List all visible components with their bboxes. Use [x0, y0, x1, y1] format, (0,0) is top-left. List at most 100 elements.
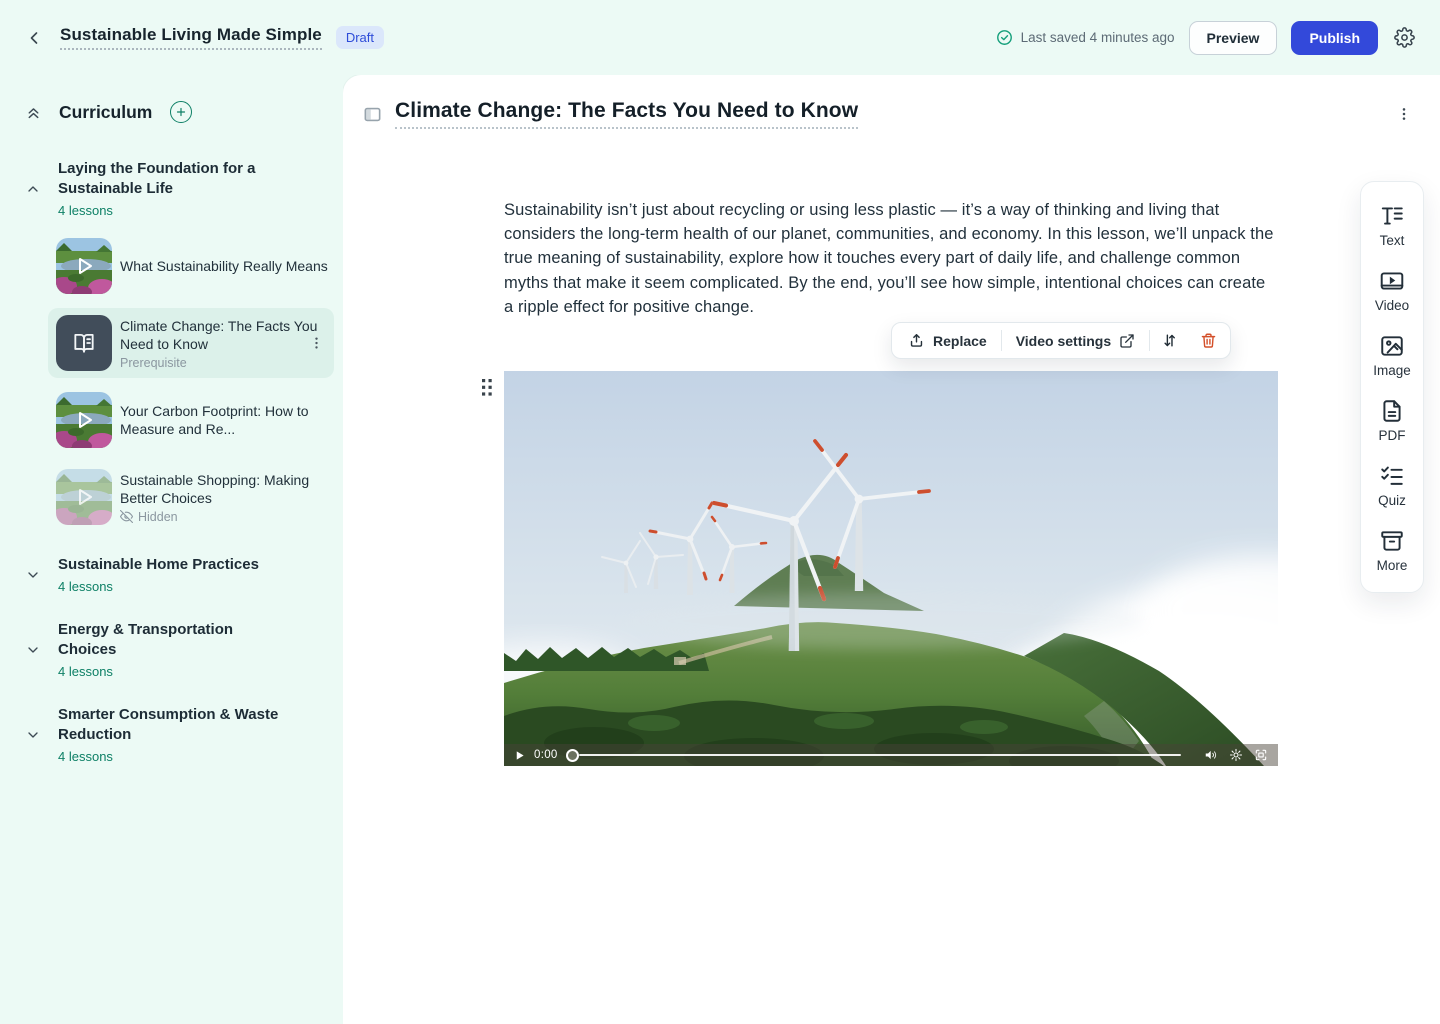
video-block[interactable]: 0:00 [504, 371, 1278, 766]
lesson-reading-thumbnail [56, 315, 112, 371]
video-controls-bar: 0:00 [504, 744, 1278, 766]
playback-time: 0:00 [534, 749, 558, 761]
plus-icon [175, 106, 187, 118]
pdf-block-icon [1379, 398, 1405, 424]
add-video-block-button[interactable]: Video [1361, 268, 1423, 313]
lesson-title: Climate Change: The Facts You Need to Kn… [120, 317, 328, 353]
sort-arrows-icon [1161, 332, 1178, 349]
image-block-icon [1379, 333, 1405, 359]
preview-button[interactable]: Preview [1189, 21, 1278, 55]
lesson-page-title[interactable]: Climate Change: The Facts You Need to Kn… [395, 99, 858, 129]
curriculum-heading: Curriculum [59, 102, 152, 123]
lesson-prerequisite-label: Prerequisite [120, 356, 328, 370]
more-blocks-button[interactable]: More [1361, 528, 1423, 573]
course-title[interactable]: Sustainable Living Made Simple [60, 25, 322, 50]
lesson-item[interactable]: Your Carbon Footprint: How to Measure an… [56, 392, 328, 448]
section-header[interactable]: Smarter Consumption & Waste Reduction 4 … [24, 705, 328, 764]
external-link-icon [1119, 333, 1135, 349]
section-lesson-count: 4 lessons [58, 579, 328, 594]
toggle-sidebar-button[interactable] [362, 104, 383, 125]
save-status-text: Last saved 4 minutes ago [1021, 30, 1175, 45]
collapse-all-button[interactable] [24, 103, 43, 122]
add-quiz-block-button[interactable]: Quiz [1361, 463, 1423, 508]
lesson-item-selected[interactable]: Climate Change: The Facts You Need to Kn… [48, 308, 334, 378]
player-settings-button[interactable] [1228, 747, 1244, 763]
chevrons-up-icon [25, 104, 42, 121]
lesson-title: Your Carbon Footprint: How to Measure an… [120, 402, 328, 438]
section-collapse-button[interactable] [24, 180, 42, 198]
curriculum-section: Smarter Consumption & Waste Reduction 4 … [24, 705, 328, 764]
replace-video-button[interactable]: Replace [894, 324, 1001, 357]
section-title: Smarter Consumption & Waste Reduction [58, 705, 290, 745]
section-expand-button[interactable] [24, 566, 42, 584]
section-expand-button[interactable] [24, 726, 42, 744]
publish-button[interactable]: Publish [1291, 21, 1378, 55]
seek-knob[interactable] [566, 749, 579, 762]
status-badge: Draft [336, 26, 384, 49]
section-lesson-count: 4 lessons [58, 203, 328, 218]
curriculum-section: Sustainable Home Practices 4 lessons [24, 555, 328, 594]
section-header[interactable]: Laying the Foundation for a Sustainable … [24, 159, 328, 218]
drag-handle-icon[interactable] [479, 376, 495, 399]
lesson-title: Sustainable Shopping: Making Better Choi… [120, 471, 328, 507]
panel-left-icon [363, 105, 382, 124]
lesson-item-hidden[interactable]: Sustainable Shopping: Making Better Choi… [56, 469, 328, 525]
block-palette: Text Video Image PDF Quiz More [1360, 181, 1424, 593]
video-block-icon [1379, 268, 1405, 294]
play-overlay-icon [56, 392, 112, 448]
gear-icon [1394, 27, 1415, 48]
section-lesson-count: 4 lessons [58, 664, 328, 679]
quiz-block-icon [1379, 463, 1405, 489]
fullscreen-button[interactable] [1253, 747, 1269, 763]
more-block-icon [1379, 528, 1405, 554]
seek-bar[interactable] [566, 744, 1195, 766]
kebab-menu-icon [309, 336, 324, 351]
section-title: Laying the Foundation for a Sustainable … [58, 159, 290, 199]
play-overlay-icon [56, 238, 112, 294]
section-title: Sustainable Home Practices [58, 555, 290, 575]
seek-track-line [579, 754, 1181, 757]
video-settings-button[interactable]: Video settings [1002, 325, 1149, 357]
text-block-icon [1379, 203, 1405, 229]
section-header[interactable]: Sustainable Home Practices 4 lessons [24, 555, 328, 594]
lesson-editor: Climate Change: The Facts You Need to Kn… [343, 75, 1440, 1024]
lesson-video-thumbnail [56, 392, 112, 448]
chevron-up-icon [25, 181, 41, 197]
play-button[interactable] [513, 749, 526, 762]
trash-icon [1200, 332, 1217, 349]
kebab-menu-icon [1396, 106, 1412, 122]
lesson-options-button[interactable] [1394, 104, 1414, 124]
check-circle-icon [996, 29, 1013, 46]
add-pdf-block-button[interactable]: PDF [1361, 398, 1423, 443]
move-block-button[interactable] [1150, 324, 1189, 357]
lesson-item[interactable]: What Sustainability Really Means [56, 238, 328, 294]
settings-gear-button[interactable] [1392, 25, 1417, 50]
chevron-down-icon [25, 567, 41, 583]
section-expand-button[interactable] [24, 641, 42, 659]
lesson-hidden-label: Hidden [120, 510, 328, 524]
video-block-toolbar: Replace Video settings [891, 322, 1231, 359]
volume-button[interactable] [1203, 747, 1219, 763]
chevron-down-icon [25, 642, 41, 658]
curriculum-sidebar: Curriculum Laying the Foundation for a S… [0, 75, 343, 1024]
top-bar: Sustainable Living Made Simple Draft Las… [0, 0, 1440, 75]
add-text-block-button[interactable]: Text [1361, 203, 1423, 248]
add-image-block-button[interactable]: Image [1361, 333, 1423, 378]
play-overlay-icon [56, 469, 112, 525]
lesson-paragraph[interactable]: Sustainability isn’t just about recyclin… [504, 198, 1278, 319]
chevron-left-icon [24, 28, 44, 48]
chevron-down-icon [25, 727, 41, 743]
delete-block-button[interactable] [1189, 324, 1228, 357]
section-header[interactable]: Energy & Transportation Choices 4 lesson… [24, 620, 328, 679]
lesson-video-thumbnail [56, 469, 112, 525]
section-title: Energy & Transportation Choices [58, 620, 290, 660]
upload-icon [908, 332, 925, 349]
add-section-button[interactable] [170, 101, 192, 123]
curriculum-section: Laying the Foundation for a Sustainable … [24, 159, 328, 525]
video-player[interactable]: 0:00 [504, 371, 1278, 766]
book-open-icon [71, 330, 97, 356]
lesson-menu-button[interactable] [307, 334, 326, 353]
lesson-video-thumbnail [56, 238, 112, 294]
section-lesson-count: 4 lessons [58, 749, 328, 764]
back-button[interactable] [22, 26, 46, 50]
